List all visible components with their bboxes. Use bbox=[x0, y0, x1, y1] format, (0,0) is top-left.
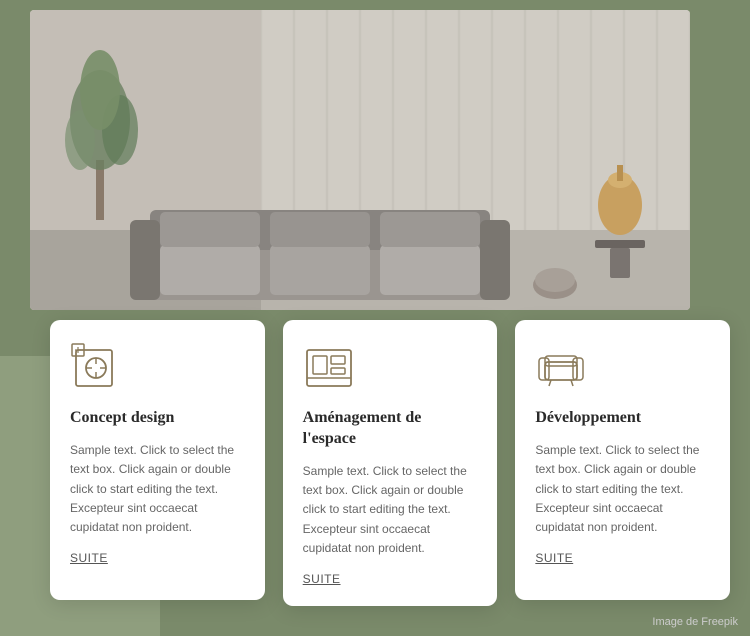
card-developpement[interactable]: Développement Sample text. Click to sele… bbox=[515, 320, 730, 600]
card-concept-title: Concept design bbox=[70, 408, 245, 429]
sofa-icon bbox=[535, 342, 587, 394]
card-developpement-link[interactable]: SUITE bbox=[535, 551, 710, 565]
card-concept-design[interactable]: Concept design Sample text. Click to sel… bbox=[50, 320, 265, 600]
card-amenagement-text: Sample text. Click to select the text bo… bbox=[303, 462, 478, 558]
hero-image bbox=[30, 10, 690, 310]
room-background bbox=[30, 10, 690, 310]
card-concept-text: Sample text. Click to select the text bo… bbox=[70, 441, 245, 537]
card-amenagement[interactable]: Aménagement de l'espace Sample text. Cli… bbox=[283, 320, 498, 606]
card-amenagement-title: Aménagement de l'espace bbox=[303, 408, 478, 450]
card-concept-link[interactable]: SUITE bbox=[70, 551, 245, 565]
background: Concept design Sample text. Click to sel… bbox=[0, 0, 750, 636]
cards-container: Concept design Sample text. Click to sel… bbox=[50, 320, 730, 606]
card-developpement-text: Sample text. Click to select the text bo… bbox=[535, 441, 710, 537]
card-developpement-title: Développement bbox=[535, 408, 710, 429]
image-credit: Image de Freepik bbox=[652, 616, 738, 628]
design-icon bbox=[70, 342, 122, 394]
layout-icon bbox=[303, 342, 355, 394]
card-amenagement-link[interactable]: SUITE bbox=[303, 572, 478, 586]
